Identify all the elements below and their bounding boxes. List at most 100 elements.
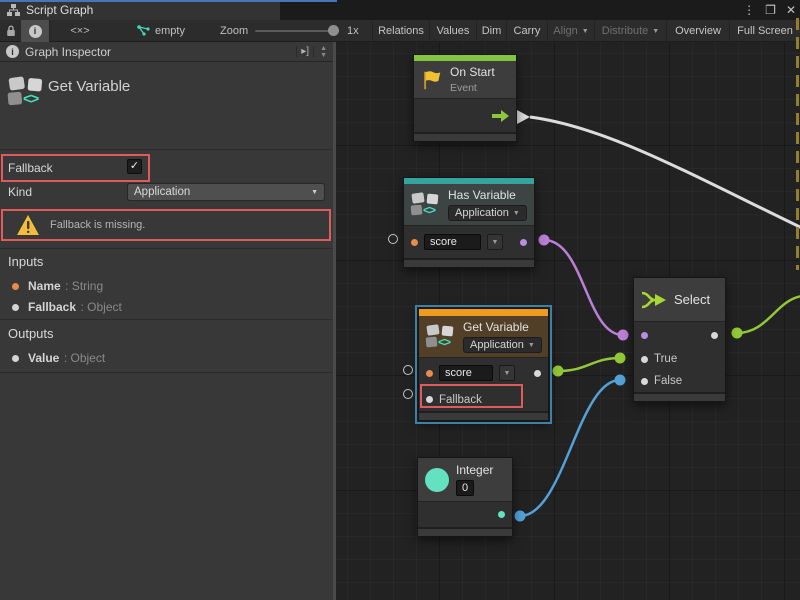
- flow-output-arrow-icon[interactable]: [492, 110, 509, 122]
- fallback-field-label: Fallback: [8, 161, 53, 175]
- graph-toolbar: i <×> empty Zoom 1x Relations Values Dim…: [0, 20, 800, 42]
- node-header: <> Has Variable Application ▼: [404, 184, 534, 226]
- code-preview-button[interactable]: <×>: [56, 20, 104, 42]
- fallback-checkbox[interactable]: ✓: [127, 159, 142, 174]
- values-button[interactable]: Values: [430, 20, 477, 42]
- variable-name-dropdown[interactable]: ▼: [487, 234, 503, 250]
- zoom-slider-track[interactable]: [255, 30, 337, 32]
- dim-button[interactable]: Dim: [477, 20, 507, 42]
- code-icon: <×>: [70, 25, 89, 37]
- node-get-variable[interactable]: <> Get Variable Application ▼ score ▼ Fa…: [418, 308, 549, 421]
- select-icon: [641, 290, 667, 310]
- selection-port-dot[interactable]: [711, 332, 718, 339]
- variable-icon: <>: [411, 192, 441, 217]
- node-header: Select: [634, 278, 725, 322]
- node-title: On Start: [450, 65, 495, 79]
- chevron-down-icon: ▼: [492, 239, 499, 246]
- align-button: Align▼: [548, 20, 595, 42]
- warning-icon: [16, 214, 40, 241]
- node-footer: [414, 132, 516, 141]
- node-header: Integer 0: [418, 458, 512, 502]
- graph-icon: [7, 4, 20, 16]
- kind-chip[interactable]: Application ▼: [463, 337, 542, 353]
- result-port-dot[interactable]: [520, 239, 527, 246]
- node-header: <> Get Variable Application ▼: [419, 316, 548, 358]
- tab-script-graph[interactable]: Script Graph: [0, 0, 280, 20]
- node-has-variable[interactable]: <> Has Variable Application ▼ score ▼: [403, 177, 535, 268]
- tab-accent-line: [0, 0, 337, 2]
- unconnected-port-ring[interactable]: [388, 234, 398, 244]
- fallback-port-dot[interactable]: [426, 396, 433, 403]
- carry-button[interactable]: Carry: [507, 20, 548, 42]
- input-row-fallback: Fallback : Object: [12, 299, 122, 315]
- chevron-down-icon: ▼: [513, 210, 520, 217]
- chevron-down-icon: ▼: [582, 28, 589, 35]
- inputs-heading: Inputs: [8, 254, 43, 269]
- window-menu-icon[interactable]: ⋮: [743, 0, 755, 20]
- kind-field-label: Kind: [8, 185, 32, 199]
- name-port-dot[interactable]: [411, 239, 418, 246]
- scrub-down-icon[interactable]: ▼: [320, 52, 327, 59]
- unconnected-port-ring[interactable]: [403, 389, 413, 399]
- variable-icon: <>: [8, 76, 46, 107]
- condition-port-dot[interactable]: [641, 332, 648, 339]
- close-icon[interactable]: ✕: [786, 0, 796, 20]
- offscreen-edge-indicator: [796, 18, 799, 270]
- node-title: Integer: [456, 463, 493, 477]
- output-row-value: Value : Object: [12, 350, 105, 366]
- unit-title: Get Variable: [48, 76, 130, 95]
- integer-icon: [425, 468, 449, 492]
- node-select[interactable]: Select True False: [633, 277, 726, 402]
- node-footer: [634, 392, 725, 401]
- kind-dropdown[interactable]: Application ▼: [127, 183, 325, 201]
- inspector-title: Graph Inspector: [25, 45, 290, 59]
- lock-button[interactable]: [0, 20, 21, 42]
- graph-ref-label[interactable]: empty: [155, 25, 185, 37]
- node-on-start[interactable]: On Start Event: [413, 54, 517, 142]
- false-port-label: False: [654, 375, 682, 387]
- scrub-up-icon[interactable]: ▲: [320, 45, 327, 52]
- zoom-value: 1x: [347, 25, 359, 37]
- node-color-bar: [419, 309, 548, 316]
- relations-button[interactable]: Relations: [373, 20, 430, 42]
- overview-button[interactable]: Overview: [667, 20, 730, 42]
- variable-icon: <>: [426, 324, 456, 349]
- unconnected-port-ring[interactable]: [403, 365, 413, 375]
- integer-value-field[interactable]: 0: [456, 480, 474, 496]
- info-icon: i: [6, 45, 19, 58]
- true-port-label: True: [654, 353, 677, 365]
- inspector-toggle-button[interactable]: i: [21, 20, 50, 42]
- false-port-dot[interactable]: [641, 378, 648, 385]
- input-row-name: Name : String: [12, 278, 103, 294]
- variable-name-field[interactable]: score: [424, 234, 481, 250]
- node-footer: [404, 258, 534, 267]
- port-dot: [12, 283, 19, 290]
- node-header: On Start Event: [414, 61, 516, 99]
- name-port-dot[interactable]: [426, 370, 433, 377]
- lock-icon: [6, 25, 16, 37]
- graph-canvas[interactable]: [336, 42, 800, 600]
- outputs-heading: Outputs: [8, 326, 54, 341]
- graph-inspector-panel: i Graph Inspector ▸] ▲ ▼ <> Get Variable…: [0, 42, 333, 600]
- output-port-dot[interactable]: [498, 511, 505, 518]
- variable-name-field[interactable]: score: [439, 365, 493, 381]
- chevron-down-icon: ▼: [311, 189, 318, 196]
- fallback-port-label: Fallback: [439, 394, 482, 406]
- info-icon: i: [29, 25, 42, 38]
- full-screen-button[interactable]: Full Screen: [730, 20, 800, 42]
- node-footer: [418, 527, 512, 536]
- dock-panel-icon[interactable]: ▸]: [296, 46, 314, 57]
- port-dot: [12, 355, 19, 362]
- tab-title: Script Graph: [26, 3, 93, 17]
- kind-chip[interactable]: Application ▼: [448, 205, 527, 221]
- maximize-icon[interactable]: ❐: [765, 0, 776, 20]
- value-port-dot[interactable]: [534, 370, 541, 377]
- variable-name-dropdown[interactable]: ▼: [499, 365, 515, 381]
- node-title: Get Variable: [463, 320, 529, 334]
- true-port-dot[interactable]: [641, 356, 648, 363]
- port-dot: [12, 304, 19, 311]
- unit-header: <> Get Variable: [0, 64, 333, 150]
- node-integer[interactable]: Integer 0: [417, 457, 513, 537]
- titlebar: Script Graph ⋮ ❐ ✕: [0, 0, 800, 20]
- zoom-slider-handle[interactable]: [328, 25, 339, 36]
